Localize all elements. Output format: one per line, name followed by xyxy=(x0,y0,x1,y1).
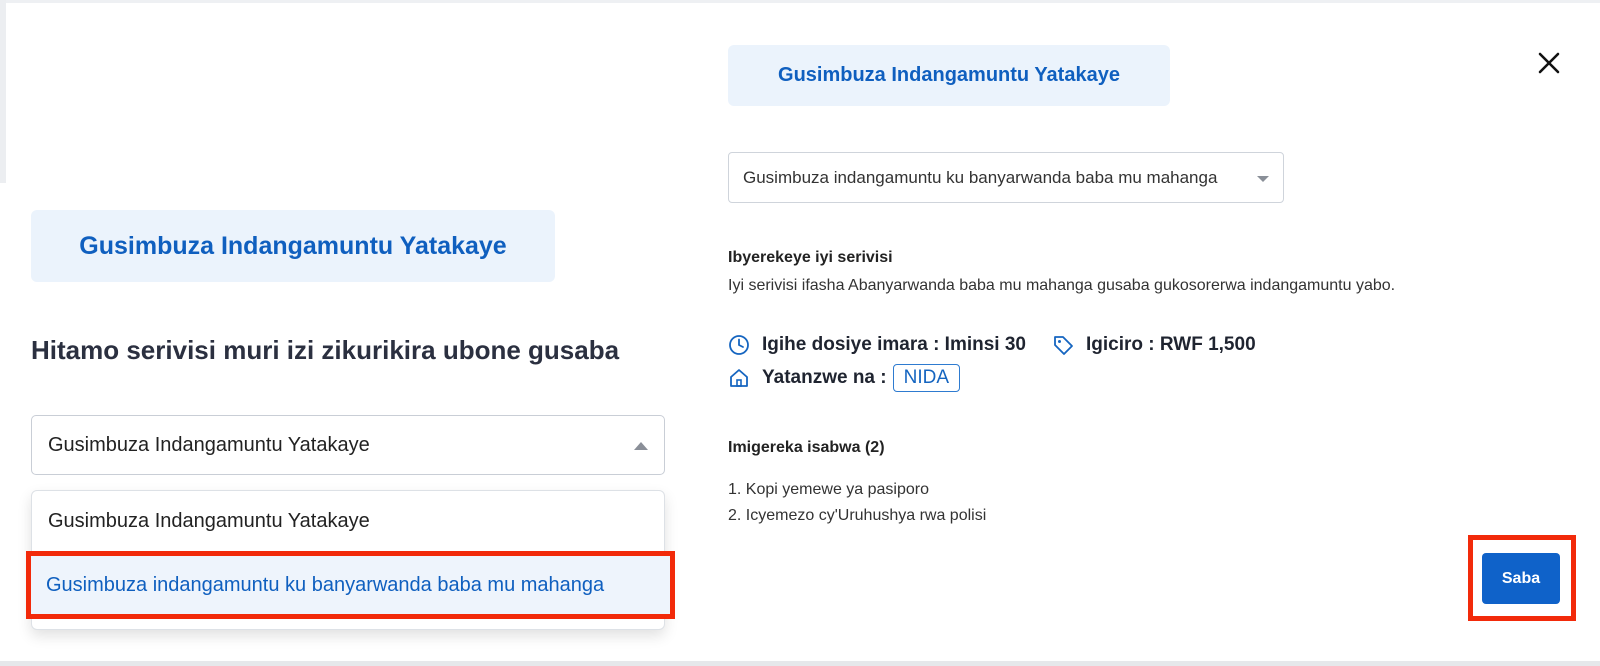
clock-icon xyxy=(729,335,749,355)
home-icon xyxy=(730,369,748,387)
close-icon[interactable] xyxy=(1536,50,1562,76)
requirements-title: Imigereka isabwa (2) xyxy=(728,439,885,456)
about-service-description: Iyi serivisi ifasha Abanyarwanda baba mu… xyxy=(728,277,1396,294)
dropdown-option-label: Gusimbuza Indangamuntu Yatakaye xyxy=(48,509,370,532)
provider-row: Yatanzwe na : NIDA xyxy=(728,364,961,392)
subservice-select[interactable]: Gusimbuza indangamuntu ku banyarwanda ba… xyxy=(728,152,1284,203)
subservice-select-value: Gusimbuza indangamuntu ku banyarwanda ba… xyxy=(743,167,1218,187)
list-item: 1. Kopi yemewe ya pasiporo xyxy=(728,481,929,498)
chevron-down-icon xyxy=(1257,176,1269,182)
requirements-list: 1. Kopi yemewe ya pasiporo 2. Icyemezo c… xyxy=(728,477,986,529)
provider-label: Yatanzwe na : xyxy=(762,367,887,388)
right-service-title: Gusimbuza Indangamuntu Yatakaye xyxy=(728,45,1170,106)
apply-button[interactable]: Saba xyxy=(1482,553,1560,604)
left-edge-strip xyxy=(0,0,6,183)
list-item: 2. Icyemezo cy'Uruhushya rwa polisi xyxy=(728,507,987,524)
service-select-value: Gusimbuza Indangamuntu Yatakaye xyxy=(48,433,370,456)
left-service-title: Gusimbuza Indangamuntu Yatakaye xyxy=(31,210,555,282)
top-border xyxy=(0,0,1600,3)
dropdown-option-diaspora-id[interactable]: Gusimbuza indangamuntu ku banyarwanda ba… xyxy=(26,551,675,619)
choose-service-heading: Hitamo serivisi muri izi zikurikira ubon… xyxy=(31,335,620,365)
service-select[interactable]: Gusimbuza Indangamuntu Yatakaye xyxy=(31,415,665,475)
about-service-title: Ibyerekeye iyi serivisi xyxy=(728,249,893,266)
service-dropdown-menu: Gusimbuza Indangamuntu Yatakaye Gusimbuz… xyxy=(26,490,675,630)
right-service-title-text: Gusimbuza Indangamuntu Yatakaye xyxy=(778,64,1120,86)
provider-badge: NIDA xyxy=(892,364,961,392)
service-price: Igiciro : RWF 1,500 xyxy=(1086,334,1256,355)
bottom-border xyxy=(0,661,1600,666)
left-service-title-text: Gusimbuza Indangamuntu Yatakaye xyxy=(79,231,507,260)
service-meta-row: Igihe dosiye imara : Iminsi 30 Igiciro :… xyxy=(728,334,1256,356)
caret-up-icon xyxy=(634,442,648,450)
dropdown-option-label: Gusimbuza indangamuntu ku banyarwanda ba… xyxy=(46,573,605,596)
tag-icon xyxy=(1054,336,1073,355)
dropdown-option-lost-id[interactable]: Gusimbuza Indangamuntu Yatakaye xyxy=(32,491,664,551)
processing-duration: Igihe dosiye imara : Iminsi 30 xyxy=(762,334,1026,355)
